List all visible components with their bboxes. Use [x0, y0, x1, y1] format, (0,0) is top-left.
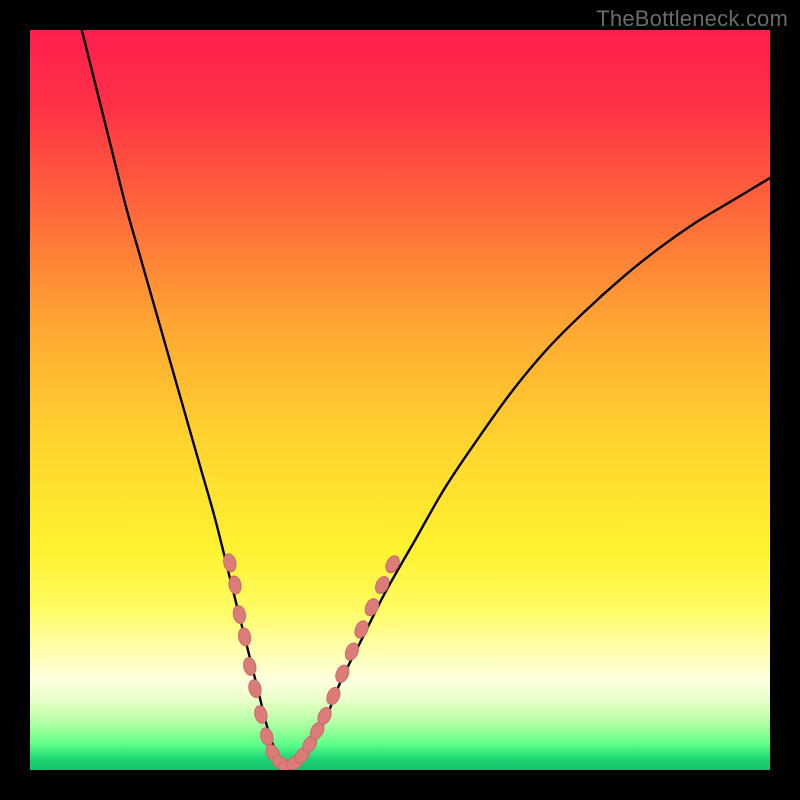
- watermark-text: TheBottleneck.com: [596, 6, 788, 32]
- plot-area: [30, 30, 770, 770]
- gradient-background: [30, 30, 770, 770]
- outer-frame: TheBottleneck.com: [0, 0, 800, 800]
- bottleneck-chart: [30, 30, 770, 770]
